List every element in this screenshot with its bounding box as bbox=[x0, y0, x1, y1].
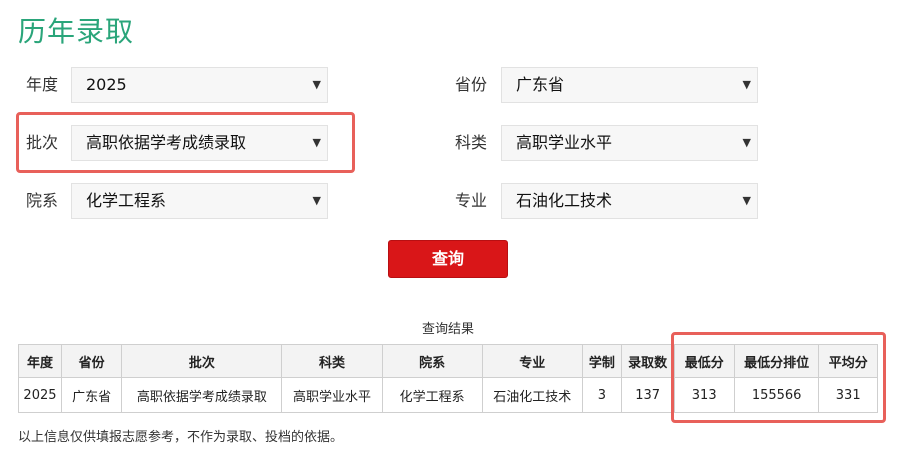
column-header: 专业 bbox=[481, 344, 583, 378]
batch-highlight-box bbox=[16, 112, 355, 173]
chevron-down-icon: ▼ bbox=[742, 78, 751, 91]
column-header: 学制 bbox=[581, 344, 622, 378]
table-cell: 高职依据学考成绩录取 bbox=[121, 377, 283, 413]
table-cell: 化学工程系 bbox=[381, 377, 483, 413]
subject-type-select-value: 高职学业水平 bbox=[516, 133, 613, 152]
table-cell: 2025 bbox=[18, 377, 62, 413]
disclaimer-note: 以上信息仅供填报志愿参考，不作为录取、投档的依据。 bbox=[18, 430, 344, 445]
chevron-down-icon: ▼ bbox=[742, 194, 751, 207]
score-columns-highlight-box bbox=[671, 332, 886, 423]
column-header: 省份 bbox=[60, 344, 123, 378]
year-select-value: 2025 bbox=[86, 75, 127, 94]
department-select[interactable]: 化学工程系 ▼ bbox=[71, 183, 328, 219]
department-label: 院系 bbox=[26, 191, 59, 210]
chevron-down-icon: ▼ bbox=[742, 136, 751, 149]
subject-type-select[interactable]: 高职学业水平 ▼ bbox=[501, 125, 758, 161]
province-select-value: 广东省 bbox=[516, 75, 565, 94]
table-cell: 石油化工技术 bbox=[481, 377, 583, 413]
column-header: 年度 bbox=[18, 344, 62, 378]
column-header: 院系 bbox=[381, 344, 483, 378]
year-label: 年度 bbox=[26, 75, 59, 94]
table-cell: 高职学业水平 bbox=[281, 377, 383, 413]
column-header: 科类 bbox=[281, 344, 383, 378]
province-label: 省份 bbox=[455, 75, 488, 94]
column-header: 批次 bbox=[121, 344, 283, 378]
chevron-down-icon: ▼ bbox=[312, 194, 321, 207]
year-select[interactable]: 2025 ▼ bbox=[71, 67, 328, 103]
major-label: 专业 bbox=[455, 191, 488, 210]
major-select[interactable]: 石油化工技术 ▼ bbox=[501, 183, 758, 219]
province-select[interactable]: 广东省 ▼ bbox=[501, 67, 758, 103]
chevron-down-icon: ▼ bbox=[312, 78, 321, 91]
table-cell: 137 bbox=[620, 377, 675, 413]
column-header: 录取数 bbox=[620, 344, 675, 378]
major-select-value: 石油化工技术 bbox=[516, 191, 613, 210]
table-cell: 广东省 bbox=[60, 377, 123, 413]
page-title: 历年录取 bbox=[18, 15, 135, 48]
query-button[interactable]: 查询 bbox=[388, 240, 508, 278]
subject-type-label: 科类 bbox=[455, 133, 488, 152]
department-select-value: 化学工程系 bbox=[86, 191, 167, 210]
table-cell: 3 bbox=[581, 377, 622, 413]
